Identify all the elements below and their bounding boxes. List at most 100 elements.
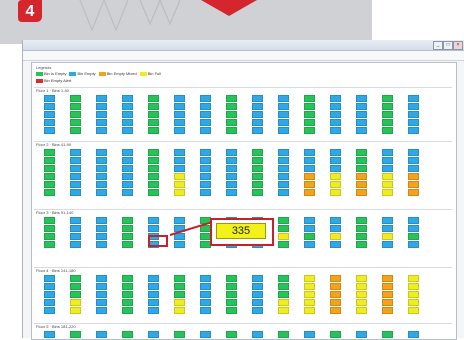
bin-cell[interactable] [122, 111, 133, 118]
bin-cell[interactable] [304, 189, 315, 196]
bin-cell[interactable] [44, 307, 55, 314]
bin-cell[interactable] [408, 291, 419, 298]
bin-cell[interactable] [304, 181, 315, 188]
bin-cell[interactable] [122, 95, 133, 102]
bin-cell[interactable] [174, 95, 185, 102]
bin-cell[interactable] [408, 225, 419, 232]
bin-cell[interactable] [304, 275, 315, 282]
bin-cell[interactable] [96, 275, 107, 282]
bin-cell[interactable] [70, 225, 81, 232]
bin-cell[interactable] [200, 291, 211, 298]
bin-cell[interactable] [122, 173, 133, 180]
bin-cell[interactable] [278, 299, 289, 306]
bin-cell[interactable] [148, 173, 159, 180]
bin-cell[interactable] [408, 95, 419, 102]
bin-cell[interactable] [382, 111, 393, 118]
bin-cell[interactable] [70, 111, 81, 118]
bin-cell[interactable] [200, 95, 211, 102]
bin-cell[interactable] [356, 157, 367, 164]
bin-cell[interactable] [148, 189, 159, 196]
bin-cell[interactable] [304, 173, 315, 180]
bin-cell[interactable] [330, 307, 341, 314]
bin-cell[interactable] [122, 299, 133, 306]
bin-cell[interactable] [148, 299, 159, 306]
bin-cell[interactable] [382, 283, 393, 290]
bin-cell[interactable] [200, 299, 211, 306]
bin-cell[interactable] [278, 119, 289, 126]
bin-cell[interactable] [278, 283, 289, 290]
bin-cell[interactable] [278, 331, 289, 338]
bin-cell[interactable] [356, 291, 367, 298]
bin-cell[interactable] [356, 307, 367, 314]
bin-cell[interactable] [252, 307, 263, 314]
bin-cell[interactable] [278, 165, 289, 172]
bin-cell[interactable] [226, 283, 237, 290]
bin-cell[interactable] [226, 127, 237, 134]
bin-cell[interactable] [122, 157, 133, 164]
bin-cell[interactable] [304, 241, 315, 248]
bin-cell[interactable] [408, 241, 419, 248]
bin-cell[interactable] [148, 127, 159, 134]
bin-cell[interactable] [408, 307, 419, 314]
bin-cell[interactable] [70, 103, 81, 110]
bin-cell[interactable] [278, 291, 289, 298]
bin-cell[interactable] [70, 233, 81, 240]
bin-cell[interactable] [330, 283, 341, 290]
bin-cell[interactable] [96, 173, 107, 180]
bin-cell[interactable] [200, 165, 211, 172]
bin-cell[interactable] [408, 181, 419, 188]
bin-cell[interactable] [408, 103, 419, 110]
maximize-button[interactable]: □ [443, 41, 453, 50]
bin-cell[interactable] [408, 111, 419, 118]
bin-cell[interactable] [408, 331, 419, 338]
bin-cell[interactable] [408, 173, 419, 180]
bin-cell[interactable] [356, 173, 367, 180]
bin-cell[interactable] [330, 165, 341, 172]
bin-cell[interactable] [226, 275, 237, 282]
bin-cell[interactable] [44, 127, 55, 134]
bin-cell[interactable] [304, 291, 315, 298]
bin-cell[interactable] [44, 157, 55, 164]
bin-cell[interactable] [330, 217, 341, 224]
bin-cell[interactable] [330, 189, 341, 196]
bin-cell[interactable] [148, 119, 159, 126]
bin-cell[interactable] [252, 173, 263, 180]
bin-cell[interactable] [278, 225, 289, 232]
bin-cell[interactable] [200, 111, 211, 118]
bin-cell[interactable] [278, 241, 289, 248]
bin-cell[interactable] [408, 165, 419, 172]
bin-cell[interactable] [304, 95, 315, 102]
bin-cell[interactable] [226, 173, 237, 180]
bin-cell[interactable] [200, 149, 211, 156]
bin-cell[interactable] [356, 189, 367, 196]
bin-cell[interactable] [252, 165, 263, 172]
bin-cell[interactable] [382, 299, 393, 306]
bin-cell[interactable] [122, 331, 133, 338]
bin-cell[interactable] [174, 127, 185, 134]
bin-cell[interactable] [226, 189, 237, 196]
bin-cell[interactable] [44, 283, 55, 290]
bin-cell[interactable] [330, 173, 341, 180]
bin-cell[interactable] [356, 111, 367, 118]
bin-cell[interactable] [174, 275, 185, 282]
bin-cell[interactable] [252, 189, 263, 196]
bin-cell[interactable] [356, 127, 367, 134]
bin-cell[interactable] [122, 225, 133, 232]
bin-cell[interactable] [356, 149, 367, 156]
bin-cell[interactable] [200, 307, 211, 314]
bin-cell[interactable] [408, 299, 419, 306]
bin-cell[interactable] [96, 233, 107, 240]
bin-cell[interactable] [122, 149, 133, 156]
bin-cell[interactable] [148, 225, 159, 232]
bin-cell[interactable] [122, 127, 133, 134]
bin-cell[interactable] [96, 127, 107, 134]
bin-cell[interactable] [408, 119, 419, 126]
bin-cell[interactable] [200, 283, 211, 290]
bin-cell[interactable] [304, 225, 315, 232]
bin-cell[interactable] [148, 111, 159, 118]
bin-cell[interactable] [226, 111, 237, 118]
bin-cell[interactable] [278, 111, 289, 118]
bin-cell[interactable] [356, 225, 367, 232]
bin-cell[interactable] [122, 283, 133, 290]
bin-cell[interactable] [96, 189, 107, 196]
